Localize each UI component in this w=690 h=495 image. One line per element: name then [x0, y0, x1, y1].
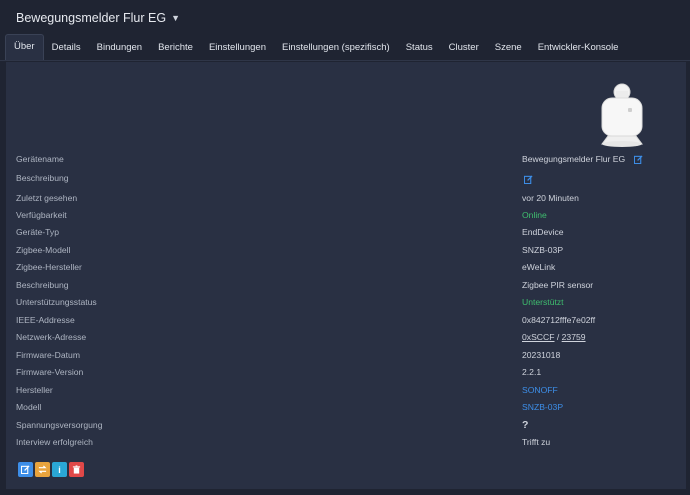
label-fw-date: Firmware-Datum: [16, 350, 80, 360]
model-link[interactable]: SNZB-03P: [522, 399, 563, 416]
tab-settings-specific[interactable]: Einstellungen (spezifisch): [274, 36, 398, 60]
tab-about[interactable]: Über: [5, 34, 44, 60]
label-device-name: Gerätename: [16, 154, 64, 164]
row-zigbee-manufacturer: Zigbee-Hersteller eWeLink: [6, 259, 686, 276]
value-zigbee-manufacturer: eWeLink: [522, 262, 556, 272]
label-interview: Interview erfolgreich: [16, 437, 93, 447]
row-network-address: Netzwerk-Adresse 0xSCCF / 23759: [6, 329, 686, 346]
value-ieee: 0x842712fffe7e02ff: [522, 315, 596, 325]
row-fw-date: Firmware-Datum 20231018: [6, 347, 686, 364]
info-icon: i: [58, 464, 61, 475]
value-device-name: Bewegungsmelder Flur EG: [522, 151, 643, 168]
value-device-type: EndDevice: [522, 227, 564, 237]
label-support-status: Unterstützungsstatus: [16, 297, 97, 307]
tab-settings[interactable]: Einstellungen: [201, 36, 274, 60]
tab-scene[interactable]: Szene: [487, 36, 530, 60]
about-panel: Gerätename Bewegungsmelder Flur EG Besch…: [6, 62, 686, 489]
value-last-seen: vor 20 Minuten: [522, 193, 579, 203]
label-availability: Verfügbarkeit: [16, 210, 67, 220]
value-fw-date: 20231018: [522, 350, 561, 360]
network-address-separator: /: [554, 332, 562, 342]
device-title: Bewegungsmelder Flur EG: [16, 11, 167, 25]
label-last-seen: Zuletzt gesehen: [16, 193, 78, 203]
value-description: [522, 170, 533, 187]
label-manufacturer: Hersteller: [16, 385, 53, 395]
trash-icon: [72, 465, 81, 474]
tab-details[interactable]: Details: [44, 36, 89, 60]
label-zigbee-model: Zigbee-Modell: [16, 245, 71, 255]
device-title-bar[interactable]: Bewegungsmelder Flur EG ▼: [0, 0, 690, 36]
value-power: ?: [522, 419, 529, 431]
tab-reports[interactable]: Berichte: [150, 36, 201, 60]
value-description2: Zigbee PIR sensor: [522, 280, 594, 290]
tab-dev-console[interactable]: Entwickler-Konsole: [530, 36, 627, 60]
row-zigbee-model: Zigbee-Modell SNZB-03P: [6, 242, 686, 259]
row-ieee: IEEE-Addresse 0x842712fffe7e02ff: [6, 312, 686, 329]
label-description: Beschreibung: [16, 173, 69, 183]
swap-icon: [38, 465, 47, 474]
label-zigbee-manufacturer: Zigbee-Hersteller: [16, 262, 82, 272]
row-interview: Interview erfolgreich Trifft zu: [6, 434, 686, 451]
row-description: Beschreibung: [6, 170, 686, 187]
label-power: Spannungsversorgung: [16, 420, 103, 430]
edit-description-icon[interactable]: [524, 175, 533, 185]
manufacturer-link[interactable]: SONOFF: [522, 382, 558, 399]
row-last-seen: Zuletzt gesehen vor 20 Minuten: [6, 190, 686, 207]
value-network-address: 0xSCCF / 23759: [522, 329, 586, 346]
label-model: Modell: [16, 402, 42, 412]
delete-button[interactable]: [69, 462, 84, 477]
chevron-down-icon[interactable]: ▼: [171, 13, 180, 23]
row-manufacturer: Hersteller SONOFF: [6, 382, 686, 399]
label-network-address: Netzwerk-Adresse: [16, 332, 87, 342]
device-name-text: Bewegungsmelder Flur EG: [522, 154, 626, 164]
info-button[interactable]: i: [52, 462, 67, 477]
value-fw-version: 2.2.1: [522, 367, 542, 377]
action-buttons: i: [18, 462, 84, 477]
row-model: Modell SNZB-03P: [6, 399, 686, 416]
row-support-status: Unterstützungsstatus Unterstützt: [6, 294, 686, 311]
label-description2: Beschreibung: [16, 280, 69, 290]
rename-button[interactable]: [35, 462, 50, 477]
edit-button[interactable]: [18, 462, 33, 477]
row-power: Spannungsversorgung ?: [6, 417, 686, 434]
network-address-dec[interactable]: 23759: [562, 332, 586, 342]
row-availability: Verfügbarkeit Online: [6, 207, 686, 224]
row-description2: Beschreibung Zigbee PIR sensor: [6, 277, 686, 294]
label-fw-version: Firmware-Version: [16, 367, 84, 377]
tab-state[interactable]: Status: [398, 36, 441, 60]
label-ieee: IEEE-Addresse: [16, 315, 75, 325]
row-device-name: Gerätename Bewegungsmelder Flur EG: [6, 151, 686, 168]
value-interview: Trifft zu: [522, 437, 551, 447]
edit-name-icon[interactable]: [633, 155, 643, 165]
row-fw-version: Firmware-Version 2.2.1: [6, 364, 686, 381]
edit-icon: [21, 465, 30, 474]
tab-bar: Über Details Bindungen Berichte Einstell…: [0, 34, 690, 61]
value-zigbee-model: SNZB-03P: [522, 245, 564, 255]
value-support-status: Unterstützt: [522, 297, 564, 307]
tab-bindings[interactable]: Bindungen: [89, 36, 150, 60]
network-address-hex[interactable]: 0xSCCF: [522, 332, 554, 342]
device-image: [601, 83, 643, 147]
label-device-type: Geräte-Typ: [16, 227, 59, 237]
value-availability: Online: [522, 210, 547, 220]
row-device-type: Geräte-Typ EndDevice: [6, 224, 686, 241]
tab-clusters[interactable]: Cluster: [441, 36, 487, 60]
